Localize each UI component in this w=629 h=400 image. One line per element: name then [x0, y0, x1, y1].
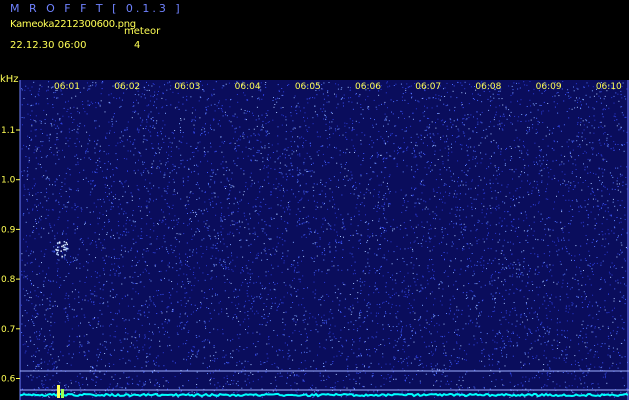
app-title: M R O F F T [ 0.1.3 ] — [10, 2, 183, 15]
time-tick-label: 06:10 — [596, 82, 622, 92]
signal-peak-bar — [61, 389, 64, 398]
freq-tick-label: 0.8 — [1, 275, 16, 285]
meteor-label: meteor — [124, 26, 161, 37]
frequency-axis: 1.1 1.0 0.9 0.8 0.7 0.6 — [1, 126, 20, 385]
time-tick-label: 06:03 — [174, 82, 200, 92]
freq-tick-label: 0.6 — [1, 375, 16, 385]
time-tick-label: 06:04 — [235, 82, 261, 92]
filename-label: Kameoka2212300600.png — [10, 19, 136, 30]
freq-tick-label: 0.9 — [1, 225, 16, 235]
freq-tick-label: 1.0 — [1, 176, 16, 186]
freq-tick-label: 0.7 — [1, 325, 15, 335]
meteor-count: 4 — [134, 40, 141, 51]
time-tick-label: 06:05 — [295, 82, 321, 92]
time-tick-label: 06:02 — [114, 82, 140, 92]
spectrogram: 1.1 1.0 0.9 0.8 0.7 0.6 06:01 06:02 06:03 06:04 0… — [1, 80, 629, 400]
time-tick-label: 06:07 — [415, 82, 441, 92]
time-tick-label: 06:08 — [475, 82, 501, 92]
time-tick-label: 06:01 — [54, 82, 80, 92]
time-tick-label: 06:09 — [536, 82, 562, 92]
signal-peak-bar — [57, 385, 60, 398]
freq-tick-label: 1.1 — [1, 126, 15, 136]
time-tick-label: 06:06 — [355, 82, 381, 92]
timestamp-label: 22.12.30 06:00 — [10, 40, 87, 51]
